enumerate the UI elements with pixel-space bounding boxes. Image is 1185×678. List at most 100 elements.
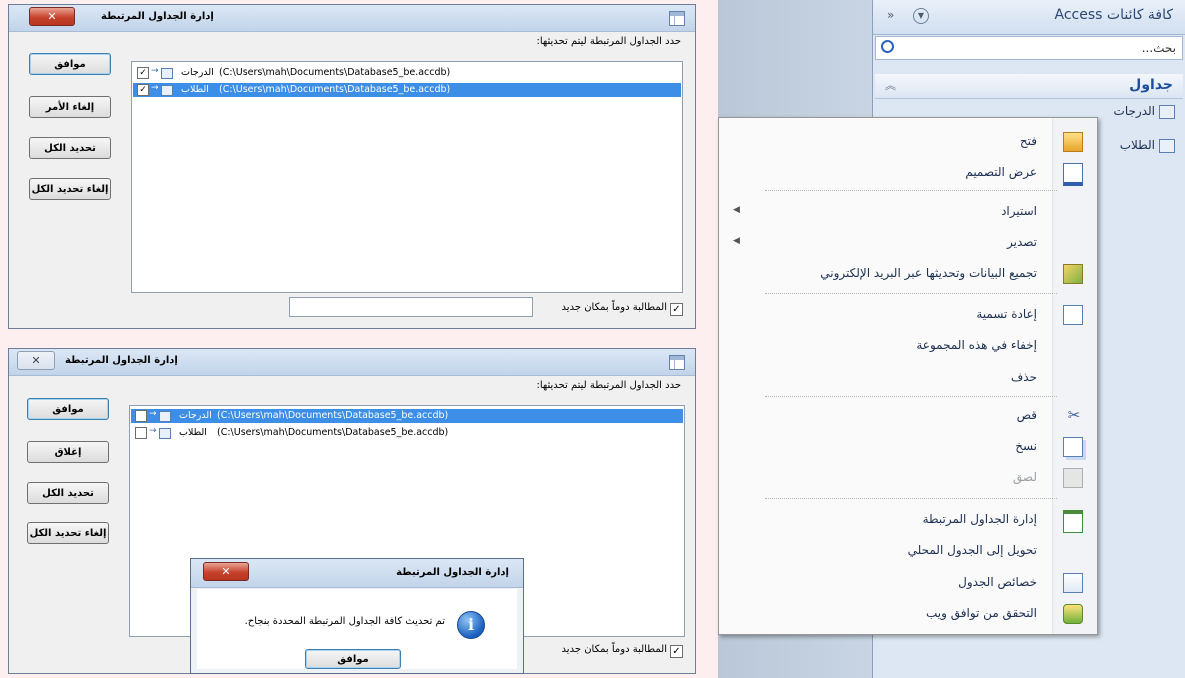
menu-item-hide[interactable]: إخفاء في هذه المجموعة	[719, 332, 1097, 360]
context-menu: فتح عرض التصميم ◀ استيراد ◀ تصدير تجميع …	[718, 117, 1098, 635]
info-icon: i	[457, 611, 485, 639]
deselect-all-button[interactable]: إلغاء تحديد الكل	[29, 178, 111, 200]
menu-item-linked-table-manager[interactable]: إدارة الجداول المرتبطة	[719, 506, 1097, 534]
row-checkbox[interactable]	[135, 410, 147, 422]
menu-item-paste[interactable]: لصق	[719, 464, 1097, 492]
table-row[interactable]: → الطلاب (C:\Users\mah\Documents\Databas…	[131, 426, 683, 440]
design-view-icon	[1063, 163, 1083, 186]
table-name: الطلاب	[179, 427, 207, 438]
dialog-title: إدارة الجداول المرتبطة	[101, 11, 214, 22]
row-checkbox[interactable]	[135, 427, 147, 439]
message-title: إدارة الجداول المرتبطة	[396, 567, 509, 578]
copy-icon	[1063, 437, 1083, 457]
table-icon	[669, 355, 685, 370]
menu-item-copy[interactable]: نسخ	[719, 433, 1097, 461]
chevron-down-icon[interactable]: ▼	[913, 8, 929, 24]
always-prompt-checkbox[interactable]: ✓	[670, 303, 683, 316]
select-tables-prompt: حدد الجداول المرتبطة ليتم تحديثها:	[536, 380, 681, 391]
table-icon	[159, 411, 171, 422]
message-text: تم تحديث كافة الجداول المرتبطة المحددة ب…	[244, 616, 445, 627]
menu-item-web-compat[interactable]: التحقق من توافق ويب	[719, 600, 1097, 628]
table-row[interactable]: → الدرجات (C:\Users\mah\Documents\Databa…	[131, 409, 683, 423]
collapse-icon[interactable]: ︽	[885, 77, 896, 93]
table-name: الدرجات	[181, 67, 214, 78]
shutter-bar-icon[interactable]: »	[887, 8, 894, 22]
close-button[interactable]: ✕	[17, 351, 55, 370]
table-path: (C:\Users\mah\Documents\Database5_be.acc…	[219, 67, 451, 78]
select-tables-prompt: حدد الجداول المرتبطة ليتم تحديثها:	[536, 36, 681, 47]
link-arrow-icon: →	[149, 426, 157, 436]
title-bar[interactable]: ✕ إدارة الجداول المرتبطة	[9, 349, 695, 376]
menu-separator	[765, 293, 1057, 294]
nav-pane-title: كافة كائنات Access	[1054, 7, 1173, 23]
select-all-button[interactable]: تحديد الكل	[29, 137, 111, 159]
search-input[interactable]: بحث...	[1142, 41, 1176, 55]
menu-item-rename[interactable]: إعادة تسمية	[719, 301, 1097, 329]
link-arrow-icon: →	[149, 409, 157, 419]
table-icon	[669, 11, 685, 26]
menu-item-collect-data[interactable]: تجميع البيانات وتحديثها عبر البريد الإلك…	[719, 260, 1097, 288]
always-prompt-label: المطالبة دوماً بمكان جديد	[561, 302, 667, 313]
table-row[interactable]: ✓ → الدرجات (C:\Users\mah\Documents\Data…	[133, 66, 681, 80]
menu-item-import[interactable]: ◀ استيراد	[719, 198, 1097, 226]
table-properties-icon	[1063, 573, 1083, 593]
close-button[interactable]: ✕	[203, 562, 249, 581]
cut-icon: ✂	[1067, 406, 1081, 424]
linked-table-manager-icon	[1063, 510, 1083, 533]
always-prompt-checkbox[interactable]: ✓	[670, 645, 683, 658]
nav-item-label: الطلاب	[1119, 138, 1155, 152]
linked-table-icon	[1159, 139, 1175, 153]
nav-pane-header[interactable]: » ▼ كافة كائنات Access	[873, 0, 1185, 35]
menu-item-open[interactable]: فتح	[719, 128, 1097, 156]
nav-item-label: الدرجات	[1113, 104, 1155, 118]
close-button[interactable]: ✕	[29, 7, 75, 26]
rename-icon	[1063, 305, 1083, 325]
row-checkbox[interactable]: ✓	[137, 67, 149, 79]
menu-separator	[765, 190, 1057, 191]
linked-table-icon	[1159, 105, 1175, 119]
menu-separator	[765, 396, 1057, 397]
group-title: جداول	[1129, 77, 1173, 93]
cancel-button[interactable]: إلغاء الأمر	[29, 96, 111, 118]
table-icon	[161, 85, 173, 96]
table-row[interactable]: ✓ → الطلاب (C:\Users\mah\Documents\Datab…	[133, 83, 681, 97]
menu-item-convert-to-local[interactable]: تحويل إلى الجدول المحلي	[719, 537, 1097, 565]
ok-button[interactable]: موافق	[305, 649, 401, 669]
title-bar[interactable]: ✕ إدارة الجداول المرتبطة	[191, 559, 523, 588]
select-all-button[interactable]: تحديد الكل	[27, 482, 109, 504]
menu-item-delete[interactable]: حذف	[719, 364, 1097, 392]
submenu-arrow-icon: ◀	[733, 236, 740, 246]
menu-item-export[interactable]: ◀ تصدير	[719, 229, 1097, 257]
table-icon	[159, 428, 171, 439]
collect-data-icon	[1063, 264, 1083, 284]
new-location-field[interactable]	[289, 297, 533, 317]
ok-button[interactable]: موافق	[27, 398, 109, 420]
table-path: (C:\Users\mah\Documents\Database5_be.acc…	[217, 410, 449, 421]
paste-icon	[1063, 468, 1083, 488]
link-arrow-icon: →	[151, 83, 159, 93]
deselect-all-button[interactable]: إلغاء تحديد الكل	[27, 522, 109, 544]
always-prompt-label: المطالبة دوماً بمكان جديد	[561, 644, 667, 655]
nav-search-box[interactable]: بحث...	[875, 36, 1183, 60]
linked-tables-list[interactable]: ✓ → الدرجات (C:\Users\mah\Documents\Data…	[131, 61, 683, 293]
open-icon	[1063, 132, 1083, 152]
ok-button[interactable]: موافق	[29, 53, 111, 75]
web-compat-icon	[1063, 604, 1083, 624]
success-message-box: ✕ إدارة الجداول المرتبطة تم تحديث كافة ا…	[190, 558, 524, 674]
menu-item-table-properties[interactable]: خصائص الجدول	[719, 569, 1097, 597]
linked-table-manager-dialog-top: ✕ إدارة الجداول المرتبطة حدد الجداول الم…	[8, 4, 696, 329]
table-icon	[161, 68, 173, 79]
menu-separator	[765, 498, 1057, 499]
table-name: الطلاب	[181, 84, 209, 95]
submenu-arrow-icon: ◀	[733, 205, 740, 215]
menu-item-cut[interactable]: ✂ قص	[719, 402, 1097, 430]
table-path: (C:\Users\mah\Documents\Database5_be.acc…	[217, 427, 449, 438]
close-dialog-button[interactable]: إغلاق	[27, 441, 109, 463]
table-name: الدرجات	[179, 410, 212, 421]
group-header-tables[interactable]: ︽ جداول	[875, 74, 1183, 99]
link-arrow-icon: →	[151, 66, 159, 76]
row-checkbox[interactable]: ✓	[137, 84, 149, 96]
title-bar[interactable]: ✕ إدارة الجداول المرتبطة	[9, 5, 695, 32]
menu-item-design-view[interactable]: عرض التصميم	[719, 159, 1097, 187]
dialog-title: إدارة الجداول المرتبطة	[65, 355, 178, 366]
